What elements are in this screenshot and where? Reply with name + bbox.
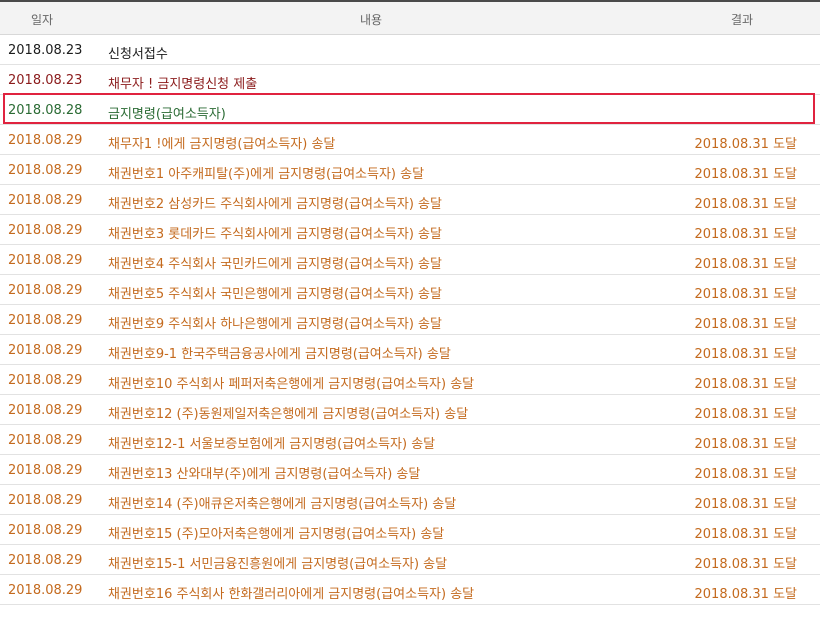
table-row: 2018.08.28 금지명령(급여소득자): [0, 95, 820, 125]
row-result: 2018.08.31 도달: [694, 527, 798, 542]
header-date: 일자: [31, 13, 54, 27]
row-date: 2018.08.29: [8, 373, 83, 388]
row-date: 2018.08.29: [8, 553, 83, 568]
table-row: 2018.08.29 채무자1 !에게 금지명령(급여소득자) 송달 2018.…: [0, 125, 820, 155]
row-content: 채권번호12-1 서울보증보험에게 금지명령(급여소득자) 송달: [108, 437, 436, 452]
table-row: 2018.08.29 채권번호10 주식회사 페퍼저축은행에게 금지명령(급여소…: [0, 365, 820, 395]
table-header: 일자 내용 결과: [0, 2, 820, 35]
row-date: 2018.08.29: [8, 163, 83, 178]
table-row: 2018.08.29 채권번호16 주식회사 한화갤러리아에게 금지명령(급여소…: [0, 575, 820, 605]
row-date: 2018.08.29: [8, 283, 83, 298]
row-date: 2018.08.29: [8, 193, 83, 208]
row-date: 2018.08.29: [8, 523, 83, 538]
table-row: 2018.08.29 채권번호15 (주)모아저축은행에게 금지명령(급여소득자…: [0, 515, 820, 545]
row-result: 2018.08.31 도달: [694, 467, 798, 482]
row-content: 채권번호16 주식회사 한화갤러리아에게 금지명령(급여소득자) 송달: [108, 587, 475, 602]
row-date: 2018.08.29: [8, 493, 83, 508]
row-result: 2018.08.31 도달: [694, 437, 798, 452]
table-row: 2018.08.29 채권번호12 (주)동원제일저축은행에게 금지명령(급여소…: [0, 395, 820, 425]
row-content: 채권번호5 주식회사 국민은행에게 금지명령(급여소득자) 송달: [108, 287, 442, 302]
table-row: 2018.08.23 채무자 ! 금지명령신청 제출: [0, 65, 820, 95]
row-result: 2018.08.31 도달: [694, 167, 798, 182]
row-content: 채권번호13 산와대부(주)에게 금지명령(급여소득자) 송달: [108, 467, 421, 482]
row-content: 채권번호3 롯데카드 주식회사에게 금지명령(급여소득자) 송달: [108, 227, 442, 242]
row-date: 2018.08.29: [8, 343, 83, 358]
row-content: 채권번호4 주식회사 국민카드에게 금지명령(급여소득자) 송달: [108, 257, 442, 272]
row-result: 2018.08.31 도달: [694, 587, 798, 602]
table-row: 2018.08.29 채권번호2 삼성카드 주식회사에게 금지명령(급여소득자)…: [0, 185, 820, 215]
table-row: 2018.08.29 채권번호9 주식회사 하나은행에게 금지명령(급여소득자)…: [0, 305, 820, 335]
row-result: 2018.08.31 도달: [694, 497, 798, 512]
row-date: 2018.08.29: [8, 403, 83, 418]
row-content: 채권번호10 주식회사 페퍼저축은행에게 금지명령(급여소득자) 송달: [108, 377, 475, 392]
row-result: 2018.08.31 도달: [694, 197, 798, 212]
row-content: 신청서접수: [108, 47, 168, 62]
table-row: 2018.08.29 채권번호14 (주)애큐온저축은행에게 금지명령(급여소득…: [0, 485, 820, 515]
row-content: 채권번호9-1 한국주택금융공사에게 금지명령(급여소득자) 송달: [108, 347, 451, 362]
row-result: 2018.08.31 도달: [694, 377, 798, 392]
row-date: 2018.08.29: [8, 433, 83, 448]
row-result: 2018.08.31 도달: [694, 557, 798, 572]
row-result: 2018.08.31 도달: [694, 227, 798, 242]
header-content: 내용: [360, 13, 383, 27]
row-result: 2018.08.31 도달: [694, 287, 798, 302]
row-date: 2018.08.23: [8, 43, 83, 58]
row-date: 2018.08.23: [8, 73, 83, 88]
row-content: 채권번호9 주식회사 하나은행에게 금지명령(급여소득자) 송달: [108, 317, 442, 332]
row-result: 2018.08.31 도달: [694, 347, 798, 362]
row-date: 2018.08.29: [8, 463, 83, 478]
table-row: 2018.08.29 채권번호1 아주캐피탈(주)에게 금지명령(급여소득자) …: [0, 155, 820, 185]
row-result: 2018.08.31 도달: [694, 257, 798, 272]
row-content: 금지명령(급여소득자): [108, 107, 226, 122]
row-date: 2018.08.29: [8, 583, 83, 598]
row-content: 채권번호2 삼성카드 주식회사에게 금지명령(급여소득자) 송달: [108, 197, 442, 212]
row-content: 채무자1 !에게 금지명령(급여소득자) 송달: [108, 137, 336, 152]
row-content: 채권번호15 (주)모아저축은행에게 금지명령(급여소득자) 송달: [108, 527, 445, 542]
row-content: 채권번호15-1 서민금융진흥원에게 금지명령(급여소득자) 송달: [108, 557, 448, 572]
row-date: 2018.08.29: [8, 313, 83, 328]
row-content: 채무자 ! 금지명령신청 제출: [108, 77, 258, 92]
table-row: 2018.08.29 채권번호9-1 한국주택금융공사에게 금지명령(급여소득자…: [0, 335, 820, 365]
row-date: 2018.08.29: [8, 133, 83, 148]
row-date: 2018.08.28: [8, 103, 83, 118]
table-row: 2018.08.29 채권번호12-1 서울보증보험에게 금지명령(급여소득자)…: [0, 425, 820, 455]
row-result: 2018.08.31 도달: [694, 317, 798, 332]
table-row: 2018.08.23 신청서접수: [0, 35, 820, 65]
row-date: 2018.08.29: [8, 253, 83, 268]
row-content: 채권번호12 (주)동원제일저축은행에게 금지명령(급여소득자) 송달: [108, 407, 469, 422]
row-content: 채권번호1 아주캐피탈(주)에게 금지명령(급여소득자) 송달: [108, 167, 425, 182]
row-result: 2018.08.31 도달: [694, 137, 798, 152]
table-row: 2018.08.29 채권번호5 주식회사 국민은행에게 금지명령(급여소득자)…: [0, 275, 820, 305]
table-row: 2018.08.29 채권번호15-1 서민금융진흥원에게 금지명령(급여소득자…: [0, 545, 820, 575]
row-date: 2018.08.29: [8, 223, 83, 238]
row-result: 2018.08.31 도달: [694, 407, 798, 422]
header-result: 결과: [731, 13, 754, 27]
table-row: 2018.08.29 채권번호13 산와대부(주)에게 금지명령(급여소득자) …: [0, 455, 820, 485]
table-row: 2018.08.29 채권번호3 롯데카드 주식회사에게 금지명령(급여소득자)…: [0, 215, 820, 245]
row-content: 채권번호14 (주)애큐온저축은행에게 금지명령(급여소득자) 송달: [108, 497, 457, 512]
table-row: 2018.08.29 채권번호4 주식회사 국민카드에게 금지명령(급여소득자)…: [0, 245, 820, 275]
